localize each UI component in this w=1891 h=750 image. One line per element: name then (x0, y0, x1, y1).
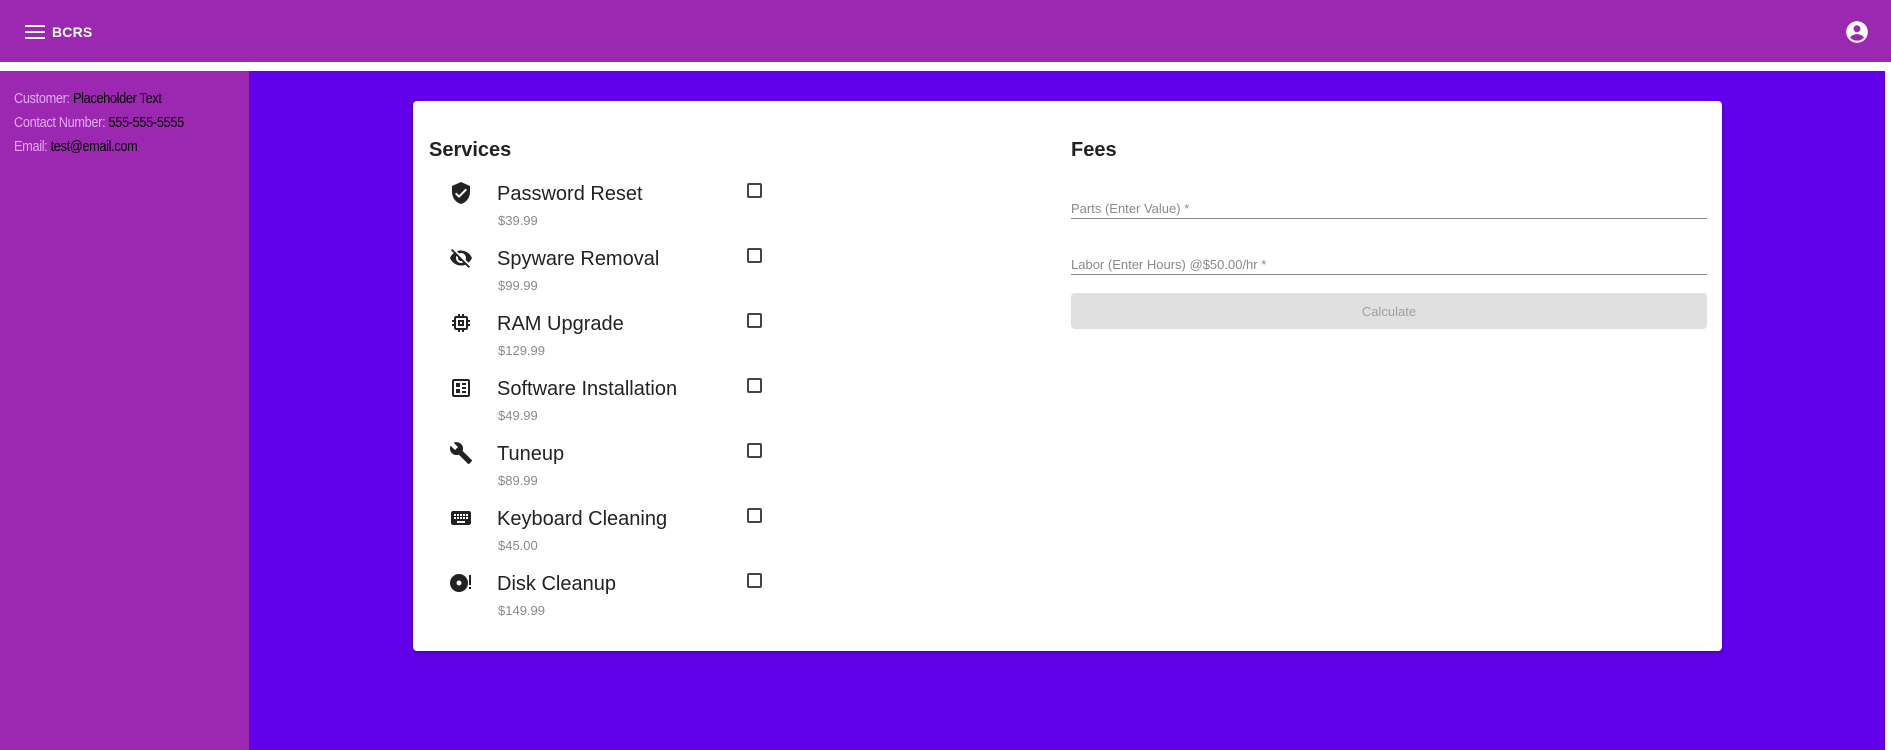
services-title: Services (429, 139, 512, 161)
service-name: Password Reset (497, 183, 643, 205)
customer-sidebar: Customer: Placeholder Text Contact Numbe… (0, 71, 249, 750)
app-title: BCRS (52, 24, 93, 40)
service-item-tuneup: Tuneup $89.99 (431, 439, 762, 499)
customer-value: Placeholder Text (72, 90, 162, 107)
contact-label: Contact Number: (14, 114, 106, 131)
contact-info: Contact Number: 555-555-5555 (14, 111, 202, 135)
eye-off-icon (449, 246, 473, 270)
parts-field (1071, 179, 1707, 219)
service-checkbox[interactable] (747, 443, 762, 458)
service-checkbox[interactable] (747, 378, 762, 393)
service-name: Tuneup (497, 443, 565, 465)
service-name: Spyware Removal (497, 248, 660, 270)
top-toolbar: BCRS (0, 0, 1891, 62)
service-item-spyware-removal: Spyware Removal $99.99 (431, 244, 762, 304)
calculate-button[interactable]: Calculate (1071, 293, 1707, 329)
service-name: Software Installation (497, 378, 678, 400)
service-item-keyboard-cleaning: Keyboard Cleaning $45.00 (431, 504, 762, 564)
service-item-software-installation: Software Installation $49.99 (431, 374, 762, 434)
service-name: Keyboard Cleaning (497, 508, 668, 530)
customer-info: Customer: Placeholder Text (14, 87, 202, 111)
labor-field (1071, 235, 1707, 275)
service-checkbox[interactable] (747, 508, 762, 523)
service-price: $89.99 (498, 473, 538, 488)
service-card: Services Password Reset $39.99 Spyware R… (413, 101, 1722, 651)
service-checkbox[interactable] (747, 313, 762, 328)
email-info: Email: test@email.com (14, 135, 202, 159)
account-circle-icon[interactable] (1844, 19, 1870, 45)
service-price: $149.99 (498, 603, 545, 618)
wrench-icon (449, 441, 473, 465)
service-price: $129.99 (498, 343, 545, 358)
email-label: Email: (14, 138, 48, 155)
contact-value: 555-555-5555 (108, 114, 184, 131)
service-item-disk-cleanup: Disk Cleanup $149.99 (431, 569, 762, 629)
software-installer-icon (449, 376, 473, 400)
service-item-password-reset: Password Reset $39.99 (431, 179, 762, 239)
service-price: $39.99 (498, 213, 538, 228)
disk-icon (449, 571, 473, 595)
service-checkbox[interactable] (747, 183, 762, 198)
service-price: $49.99 (498, 408, 538, 423)
customer-label: Customer: (14, 90, 70, 107)
service-checkbox[interactable] (747, 248, 762, 263)
menu-icon[interactable] (20, 19, 50, 45)
shield-check-icon (449, 181, 473, 205)
service-price: $99.99 (498, 278, 538, 293)
parts-input[interactable] (1071, 201, 1707, 216)
service-name: RAM Upgrade (497, 313, 624, 335)
keyboard-icon (449, 506, 473, 530)
service-price: $45.00 (498, 538, 538, 553)
labor-hours-input[interactable] (1071, 257, 1707, 272)
memory-chip-icon (449, 311, 473, 335)
service-checkbox[interactable] (747, 573, 762, 588)
service-name: Disk Cleanup (497, 573, 616, 595)
email-value: test@email.com (50, 138, 138, 155)
fees-title: Fees (1071, 139, 1117, 161)
service-item-ram-upgrade: RAM Upgrade $129.99 (431, 309, 762, 369)
